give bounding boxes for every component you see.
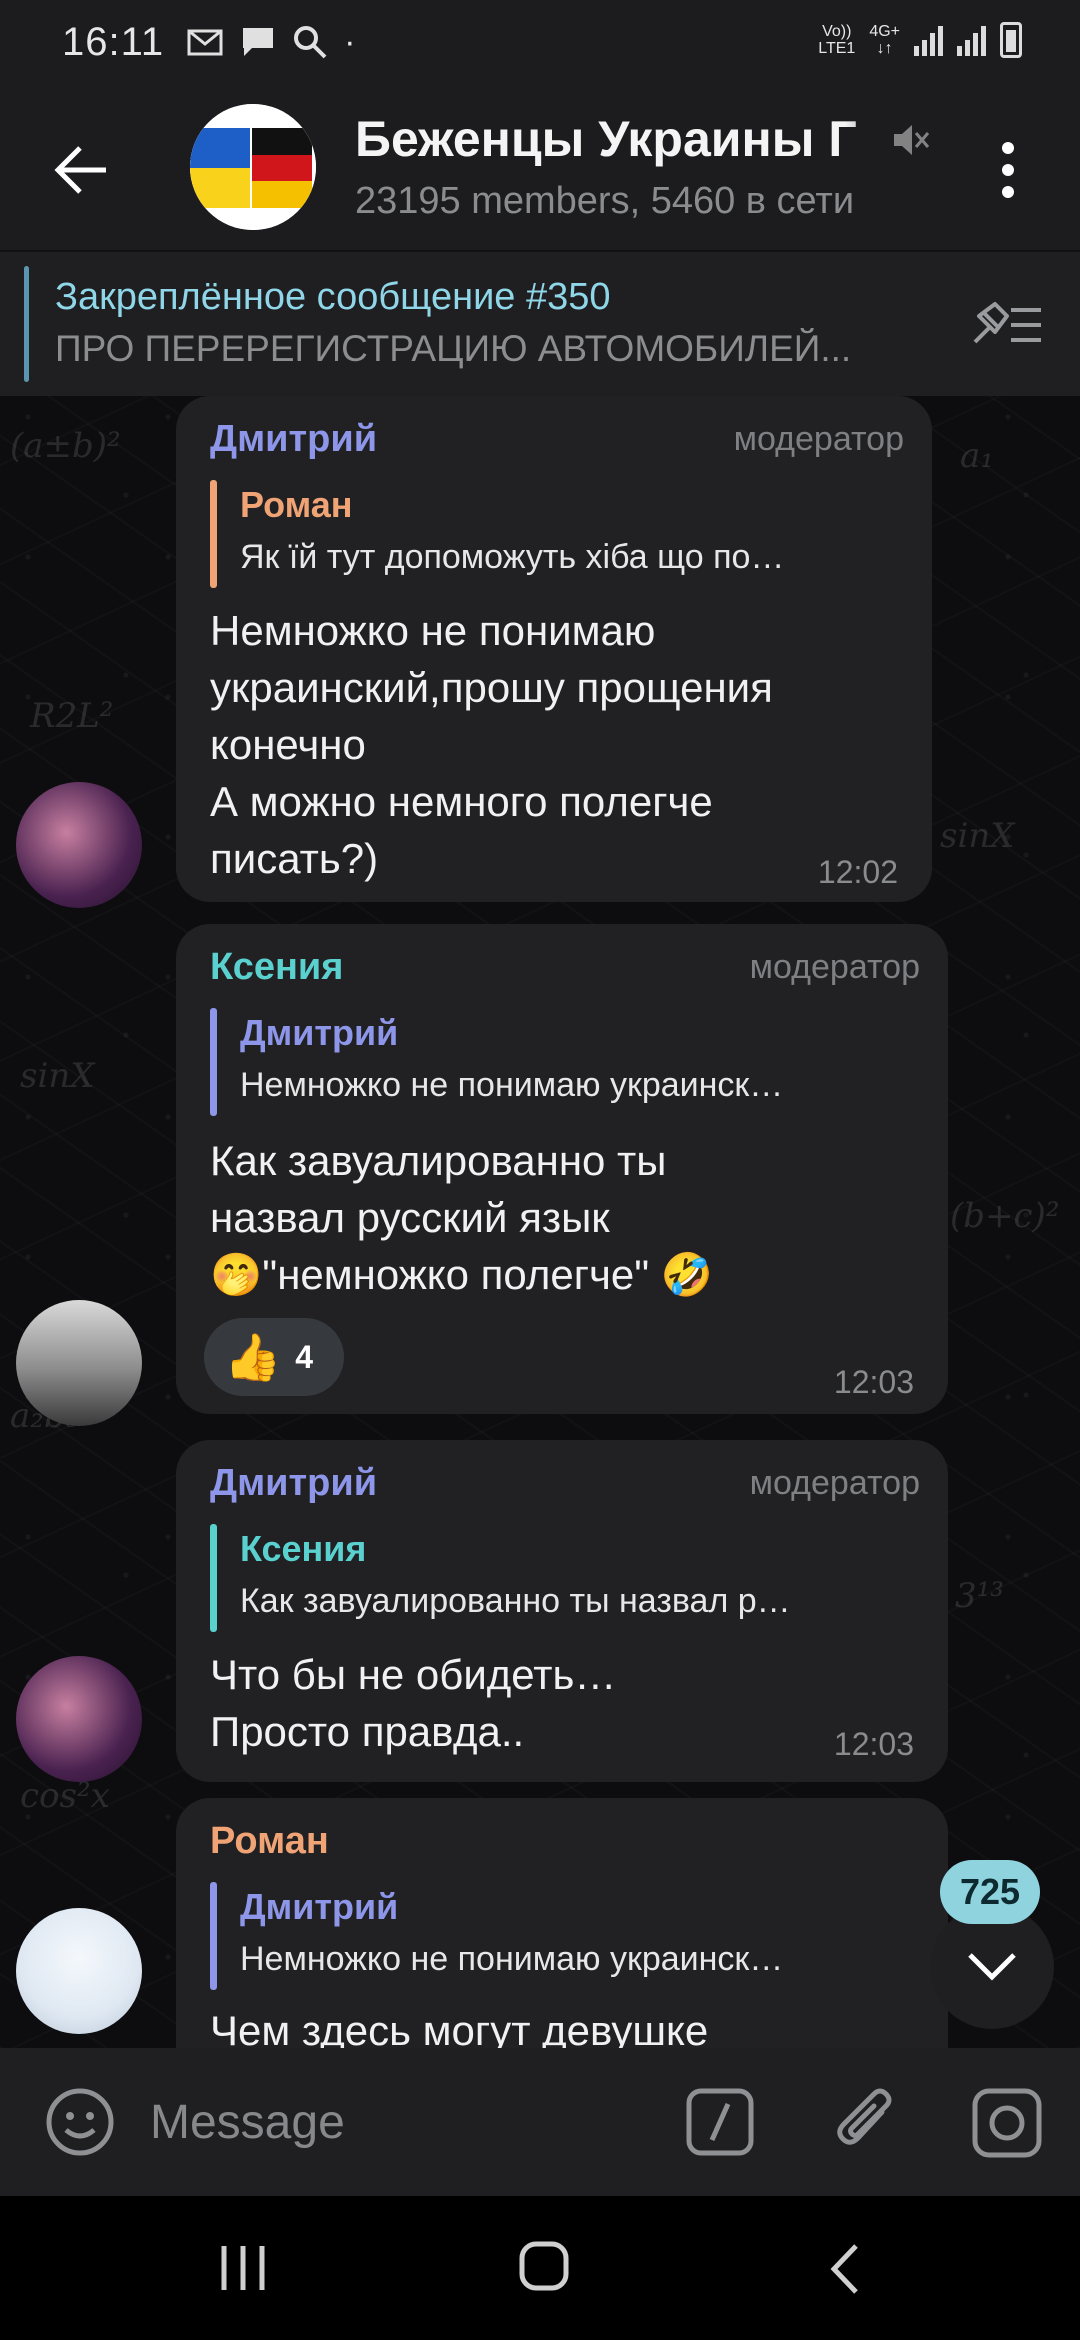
message-text: Что бы не обидеть… Просто правда.. <box>210 1651 617 1755</box>
group-title[interactable]: Беженцы Украины Г <box>355 110 925 168</box>
message-input[interactable] <box>150 2084 650 2160</box>
group-avatar[interactable] <box>190 104 316 230</box>
message-time: 12:02 <box>817 854 898 890</box>
sender-role: модератор <box>749 948 920 986</box>
reply-name: Ксения <box>240 1528 367 1569</box>
paperclip-icon[interactable] <box>830 2082 900 2162</box>
chat-icon <box>243 28 274 56</box>
gmail-icon <box>187 29 223 56</box>
chat-area[interactable]: (a±b)² a₁ R2L² sinX sinX (b+c)² a₂b₆ 3¹³… <box>0 396 1080 2048</box>
reply-text: Как завуалированно ты назвал р… <box>240 1582 791 1620</box>
avatar-dmitry[interactable] <box>16 782 142 908</box>
thumbs-up-icon: 👍 <box>224 1330 282 1383</box>
message-text: Немножко не понимаю украинский,прошу про… <box>210 607 773 882</box>
message-time: 12:03 <box>833 1364 914 1400</box>
system-nav-bar <box>0 2196 1080 2340</box>
camera-icon[interactable] <box>972 2088 1042 2158</box>
message-bubble[interactable]: Дмитрий модератор Ксения Как завуалирова… <box>176 1440 948 1782</box>
more-menu-icon[interactable] <box>996 142 1020 202</box>
search-icon <box>294 26 327 59</box>
message-sender[interactable]: Дмитрий <box>210 418 377 461</box>
pinned-title: Закреплённое сообщение #350 <box>55 276 611 318</box>
message-bubble[interactable]: Роман Дмитрий Немножко не понимаю украин… <box>176 1798 948 2048</box>
volte-indicator: Vo)) LTE1 <box>818 23 856 57</box>
avatar-roman[interactable] <box>16 1908 142 2034</box>
unread-count-badge[interactable]: 725 <box>940 1860 1040 1924</box>
chevron-down-icon <box>968 1953 1016 1981</box>
status-time: 16:11 <box>62 19 165 64</box>
signal-icon <box>914 24 943 56</box>
battery-icon <box>1000 22 1022 58</box>
bot-command-icon[interactable] <box>686 2088 754 2156</box>
reply-name: Роман <box>240 484 353 525</box>
message-input-bar <box>0 2048 1080 2196</box>
message-sender[interactable]: Ксения <box>210 946 343 989</box>
message-bubble[interactable]: Дмитрий модератор Роман Як їй тут допомо… <box>176 396 932 902</box>
avatar-dmitry[interactable] <box>16 1656 142 1782</box>
pinned-indicator <box>24 266 29 382</box>
reply-quote[interactable]: Дмитрий Немножко не понимаю украинск… <box>210 1882 910 1990</box>
reply-text: Як їй тут допоможуть хіба що по… <box>240 538 785 576</box>
message-sender[interactable]: Дмитрий <box>210 1462 377 1505</box>
chat-header: Беженцы Украины Г 23195 members, 5460 в … <box>0 84 1080 250</box>
emoji-icon[interactable] <box>44 2086 116 2158</box>
avatar-ksenia[interactable] <box>16 1300 142 1426</box>
notification-dot: · <box>344 22 356 61</box>
pinned-text: ПРО ПЕРЕРЕГИСТРАЦИЮ АВТОМОБИЛЕЙ... <box>55 328 852 369</box>
nav-back-icon[interactable] <box>828 2242 862 2296</box>
reply-text: Немножко не понимаю украинск… <box>240 1066 784 1104</box>
home-icon[interactable] <box>518 2240 570 2292</box>
sender-role: модератор <box>749 1464 920 1502</box>
back-arrow-icon[interactable] <box>52 140 112 200</box>
message-text: Как завуалированно ты назвал русский язы… <box>210 1137 714 1298</box>
reply-name: Дмитрий <box>240 1012 399 1053</box>
recent-apps-icon[interactable] <box>218 2242 268 2294</box>
message-sender[interactable]: Роман <box>210 1820 329 1863</box>
reply-name: Дмитрий <box>240 1886 399 1927</box>
group-members: 23195 members, 5460 в сети <box>355 180 855 222</box>
network-type: 4G+ ↓↑ <box>869 23 900 57</box>
status-bar: 16:11 · Vo)) LTE1 4G+ ↓↑ <box>0 0 1080 84</box>
reply-quote[interactable]: Ксения Как завуалированно ты назвал р… <box>210 1524 910 1632</box>
sender-role: модератор <box>733 420 904 458</box>
reply-text: Немножко не понимаю украинск… <box>240 1940 784 1978</box>
muted-speaker-icon <box>894 125 930 155</box>
reply-quote[interactable]: Дмитрий Немножко не понимаю украинск… <box>210 1008 910 1116</box>
signal-icon-2 <box>957 24 986 56</box>
reaction-chip[interactable]: 👍 4 <box>204 1318 344 1396</box>
reaction-count: 4 <box>295 1338 314 1375</box>
pinned-message[interactable]: Закреплённое сообщение #350 ПРО ПЕРЕРЕГИ… <box>0 250 1080 396</box>
message-text: Чем здесь могут девушке <box>210 2007 709 2048</box>
reply-quote[interactable]: Роман Як їй тут допоможуть хіба що по… <box>210 480 890 588</box>
flag-avatar-icon <box>190 104 316 230</box>
message-time: 12:03 <box>833 1726 914 1762</box>
pin-list-icon[interactable] <box>965 298 1045 352</box>
